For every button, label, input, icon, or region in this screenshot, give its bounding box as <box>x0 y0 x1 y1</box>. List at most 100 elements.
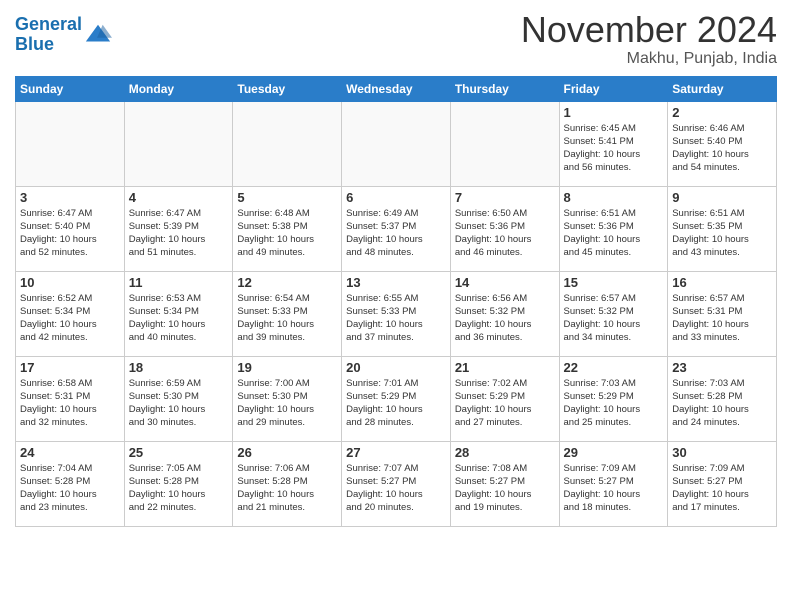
day-info: Sunrise: 6:47 AMSunset: 5:40 PMDaylight:… <box>20 207 120 260</box>
week-row-3: 10 Sunrise: 6:52 AMSunset: 5:34 PMDayligh… <box>16 271 777 356</box>
day-info: Sunrise: 6:46 AMSunset: 5:40 PMDaylight:… <box>672 122 772 175</box>
page: General Blue November 2024 Makhu, Punjab… <box>0 0 792 542</box>
day-info: Sunrise: 7:01 AMSunset: 5:29 PMDaylight:… <box>346 377 446 430</box>
weekday-header-row: SundayMondayTuesdayWednesdayThursdayFrid… <box>16 76 777 101</box>
calendar-cell: 4 Sunrise: 6:47 AMSunset: 5:39 PMDaylight… <box>124 186 233 271</box>
day-number: 20 <box>346 360 446 375</box>
calendar-cell: 23 Sunrise: 7:03 AMSunset: 5:28 PMDayligh… <box>668 356 777 441</box>
weekday-header-friday: Friday <box>559 76 668 101</box>
day-number: 4 <box>129 190 229 205</box>
day-number: 24 <box>20 445 120 460</box>
weekday-header-wednesday: Wednesday <box>342 76 451 101</box>
day-info: Sunrise: 6:52 AMSunset: 5:34 PMDaylight:… <box>20 292 120 345</box>
calendar-cell: 22 Sunrise: 7:03 AMSunset: 5:29 PMDayligh… <box>559 356 668 441</box>
day-number: 18 <box>129 360 229 375</box>
month-title: November 2024 <box>521 10 777 50</box>
calendar-cell: 27Sunrise: 7:07 AMSunset: 5:27 PMDayligh… <box>342 441 451 526</box>
day-info: Sunrise: 6:50 AMSunset: 5:36 PMDaylight:… <box>455 207 555 260</box>
day-number: 5 <box>237 190 337 205</box>
calendar-cell: 8Sunrise: 6:51 AMSunset: 5:36 PMDaylight… <box>559 186 668 271</box>
day-number: 11 <box>129 275 229 290</box>
calendar-cell: 9Sunrise: 6:51 AMSunset: 5:35 PMDaylight… <box>668 186 777 271</box>
calendar-cell <box>124 101 233 186</box>
calendar-cell <box>233 101 342 186</box>
day-info: Sunrise: 6:47 AMSunset: 5:39 PMDaylight:… <box>129 207 229 260</box>
day-info: Sunrise: 6:45 AMSunset: 5:41 PMDaylight:… <box>564 122 664 175</box>
calendar-cell: 17 Sunrise: 6:58 AMSunset: 5:31 PMDayligh… <box>16 356 125 441</box>
calendar-cell: 20 Sunrise: 7:01 AMSunset: 5:29 PMDayligh… <box>342 356 451 441</box>
day-number: 6 <box>346 190 446 205</box>
day-info: Sunrise: 7:03 AMSunset: 5:29 PMDaylight:… <box>564 377 664 430</box>
day-info: Sunrise: 6:56 AMSunset: 5:32 PMDaylight:… <box>455 292 555 345</box>
weekday-header-tuesday: Tuesday <box>233 76 342 101</box>
day-info: Sunrise: 6:48 AMSunset: 5:38 PMDaylight:… <box>237 207 337 260</box>
calendar-cell: 14Sunrise: 6:56 AMSunset: 5:32 PMDayligh… <box>450 271 559 356</box>
day-number: 16 <box>672 275 772 290</box>
day-info: Sunrise: 6:49 AMSunset: 5:37 PMDaylight:… <box>346 207 446 260</box>
day-number: 28 <box>455 445 555 460</box>
logo-text: General Blue <box>15 15 82 55</box>
day-number: 17 <box>20 360 120 375</box>
calendar-cell: 15 Sunrise: 6:57 AMSunset: 5:32 PMDayligh… <box>559 271 668 356</box>
day-info: Sunrise: 7:04 AMSunset: 5:28 PMDaylight:… <box>20 462 120 515</box>
day-number: 15 <box>564 275 664 290</box>
calendar-cell: 13Sunrise: 6:55 AMSunset: 5:33 PMDayligh… <box>342 271 451 356</box>
calendar-cell <box>450 101 559 186</box>
day-number: 7 <box>455 190 555 205</box>
day-number: 1 <box>564 105 664 120</box>
week-row-1: 1 Sunrise: 6:45 AMSunset: 5:41 PMDaylight… <box>16 101 777 186</box>
day-number: 10 <box>20 275 120 290</box>
day-number: 29 <box>564 445 664 460</box>
calendar-cell: 12 Sunrise: 6:54 AMSunset: 5:33 PMDayligh… <box>233 271 342 356</box>
day-info: Sunrise: 7:02 AMSunset: 5:29 PMDaylight:… <box>455 377 555 430</box>
day-info: Sunrise: 6:59 AMSunset: 5:30 PMDaylight:… <box>129 377 229 430</box>
header: General Blue November 2024 Makhu, Punjab… <box>15 10 777 68</box>
day-info: Sunrise: 6:55 AMSunset: 5:33 PMDaylight:… <box>346 292 446 345</box>
calendar-cell <box>16 101 125 186</box>
calendar-cell: 6 Sunrise: 6:49 AMSunset: 5:37 PMDaylight… <box>342 186 451 271</box>
weekday-header-thursday: Thursday <box>450 76 559 101</box>
day-number: 19 <box>237 360 337 375</box>
calendar-cell: 29 Sunrise: 7:09 AMSunset: 5:27 PMDayligh… <box>559 441 668 526</box>
day-number: 2 <box>672 105 772 120</box>
day-info: Sunrise: 7:09 AMSunset: 5:27 PMDaylight:… <box>672 462 772 515</box>
day-number: 30 <box>672 445 772 460</box>
day-info: Sunrise: 7:09 AMSunset: 5:27 PMDaylight:… <box>564 462 664 515</box>
day-info: Sunrise: 7:00 AMSunset: 5:30 PMDaylight:… <box>237 377 337 430</box>
day-number: 25 <box>129 445 229 460</box>
weekday-header-sunday: Sunday <box>16 76 125 101</box>
logo-blue: Blue <box>15 34 54 54</box>
logo: General Blue <box>15 15 112 55</box>
week-row-4: 17 Sunrise: 6:58 AMSunset: 5:31 PMDayligh… <box>16 356 777 441</box>
calendar-cell: 18 Sunrise: 6:59 AMSunset: 5:30 PMDayligh… <box>124 356 233 441</box>
calendar-cell: 5 Sunrise: 6:48 AMSunset: 5:38 PMDaylight… <box>233 186 342 271</box>
day-info: Sunrise: 6:58 AMSunset: 5:31 PMDaylight:… <box>20 377 120 430</box>
day-info: Sunrise: 7:08 AMSunset: 5:27 PMDaylight:… <box>455 462 555 515</box>
day-info: Sunrise: 6:54 AMSunset: 5:33 PMDaylight:… <box>237 292 337 345</box>
location: Makhu, Punjab, India <box>521 50 777 68</box>
day-number: 21 <box>455 360 555 375</box>
day-info: Sunrise: 7:05 AMSunset: 5:28 PMDaylight:… <box>129 462 229 515</box>
day-number: 12 <box>237 275 337 290</box>
title-section: November 2024 Makhu, Punjab, India <box>521 10 777 68</box>
day-number: 22 <box>564 360 664 375</box>
day-info: Sunrise: 7:03 AMSunset: 5:28 PMDaylight:… <box>672 377 772 430</box>
day-number: 8 <box>564 190 664 205</box>
calendar-cell: 26Sunrise: 7:06 AMSunset: 5:28 PMDayligh… <box>233 441 342 526</box>
calendar-cell: 24 Sunrise: 7:04 AMSunset: 5:28 PMDayligh… <box>16 441 125 526</box>
week-row-5: 24 Sunrise: 7:04 AMSunset: 5:28 PMDayligh… <box>16 441 777 526</box>
day-number: 23 <box>672 360 772 375</box>
calendar-cell <box>342 101 451 186</box>
calendar-table: SundayMondayTuesdayWednesdayThursdayFrid… <box>15 76 777 527</box>
day-info: Sunrise: 7:06 AMSunset: 5:28 PMDaylight:… <box>237 462 337 515</box>
day-info: Sunrise: 6:57 AMSunset: 5:31 PMDaylight:… <box>672 292 772 345</box>
calendar-cell: 21 Sunrise: 7:02 AMSunset: 5:29 PMDayligh… <box>450 356 559 441</box>
calendar-cell: 30 Sunrise: 7:09 AMSunset: 5:27 PMDayligh… <box>668 441 777 526</box>
day-info: Sunrise: 6:57 AMSunset: 5:32 PMDaylight:… <box>564 292 664 345</box>
calendar-cell: 28 Sunrise: 7:08 AMSunset: 5:27 PMDayligh… <box>450 441 559 526</box>
calendar-cell: 3Sunrise: 6:47 AMSunset: 5:40 PMDaylight… <box>16 186 125 271</box>
calendar-cell: 10 Sunrise: 6:52 AMSunset: 5:34 PMDayligh… <box>16 271 125 356</box>
day-info: Sunrise: 6:51 AMSunset: 5:35 PMDaylight:… <box>672 207 772 260</box>
calendar-cell: 25 Sunrise: 7:05 AMSunset: 5:28 PMDayligh… <box>124 441 233 526</box>
calendar-cell: 19 Sunrise: 7:00 AMSunset: 5:30 PMDayligh… <box>233 356 342 441</box>
